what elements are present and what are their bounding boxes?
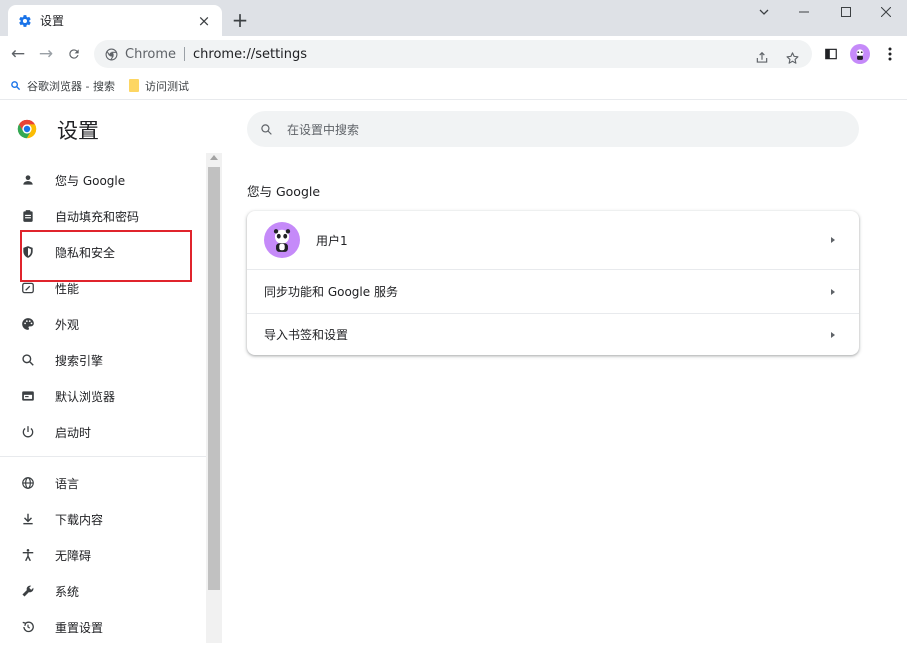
profile-avatar[interactable] xyxy=(850,44,870,64)
you-and-google-card: 用户1 同步功能和 Google 服务 导入书签和设置 xyxy=(247,211,859,355)
back-button[interactable]: ← xyxy=(6,42,30,66)
wrench-icon xyxy=(20,583,36,599)
import-bookmarks-row[interactable]: 导入书签和设置 xyxy=(247,314,859,355)
tab-title: 设置 xyxy=(40,14,65,28)
download-icon xyxy=(20,511,36,527)
accessibility-icon xyxy=(20,547,36,563)
globe-icon xyxy=(20,475,36,491)
scroll-thumb[interactable] xyxy=(208,167,220,590)
sidebar-item-label: 自动填充和密码 xyxy=(55,209,140,224)
chrome-icon xyxy=(105,48,118,61)
sidebar-item-accessibility[interactable]: 无障碍 xyxy=(0,537,206,573)
settings-search-input[interactable]: 在设置中搜索 xyxy=(247,111,859,147)
more-menu-icon[interactable] xyxy=(880,44,900,64)
sidebar-item-label: 您与 Google xyxy=(55,173,126,188)
sidebar-item-label: 搜索引擎 xyxy=(55,353,104,368)
sidebar-item-label: 重置设置 xyxy=(55,620,104,635)
sidebar-item-search-engine[interactable]: 搜索引擎 xyxy=(0,342,206,378)
window-close-button[interactable] xyxy=(866,0,906,24)
bookmark-item[interactable]: 访问测试 xyxy=(128,78,189,94)
sidebar-item-label: 外观 xyxy=(55,317,80,332)
side-panel-icon[interactable] xyxy=(821,44,841,64)
profile-name: 用户1 xyxy=(316,233,348,248)
browser-toolbar: ← → Chrome chrome://settings xyxy=(0,36,907,72)
scroll-up-arrow[interactable] xyxy=(210,155,218,160)
bookmark-item[interactable]: 谷歌浏览器 - 搜索 xyxy=(10,78,115,94)
person-icon xyxy=(20,172,36,188)
tab-strip: 设置 × + xyxy=(0,0,907,36)
sidebar-item-default-browser[interactable]: 默认浏览器 xyxy=(0,378,206,414)
sidebar-item-label: 无障碍 xyxy=(55,548,92,563)
chevron-right-icon xyxy=(831,331,835,338)
sidebar-item-label: 启动时 xyxy=(55,425,92,440)
sidebar-item-you-and-google[interactable]: 您与 Google xyxy=(0,162,206,198)
url-prefix: Chrome xyxy=(125,46,176,62)
section-title: 您与 Google xyxy=(247,184,321,199)
clipboard-icon xyxy=(20,208,36,224)
sidebar-item-languages[interactable]: 语言 xyxy=(0,465,206,501)
palette-icon xyxy=(20,316,36,332)
search-icon xyxy=(260,123,273,136)
tab-settings[interactable]: 设置 × xyxy=(8,5,222,36)
share-icon[interactable] xyxy=(752,48,772,68)
settings-page: 设置 在设置中搜索 您与 Google 自动填充和密码 隐私和安全 性能 外观 … xyxy=(0,101,907,643)
sidebar-item-downloads[interactable]: 下载内容 xyxy=(0,501,206,537)
chrome-logo xyxy=(16,118,38,140)
sync-services-label: 同步功能和 Google 服务 xyxy=(264,285,398,299)
search-placeholder: 在设置中搜索 xyxy=(287,122,360,137)
new-tab-button[interactable]: + xyxy=(230,10,250,30)
browser-icon xyxy=(20,388,36,404)
folder-icon xyxy=(128,79,139,92)
search-icon xyxy=(10,80,21,91)
close-icon[interactable]: × xyxy=(196,12,212,30)
chevron-down-icon[interactable] xyxy=(744,0,784,24)
sidebar-item-reset[interactable]: 重置设置 xyxy=(0,609,206,645)
sidebar-item-system[interactable]: 系统 xyxy=(0,573,206,609)
import-bookmarks-label: 导入书签和设置 xyxy=(264,328,349,342)
bookmarks-bar: 谷歌浏览器 - 搜索 访问测试 xyxy=(0,72,907,100)
url-separator xyxy=(184,47,185,61)
sidebar-item-label: 语言 xyxy=(55,476,80,491)
chevron-right-icon xyxy=(831,288,835,295)
gear-icon xyxy=(18,14,32,28)
sidebar-item-appearance[interactable]: 外观 xyxy=(0,306,206,342)
sidebar-item-label: 性能 xyxy=(55,281,80,296)
profile-avatar xyxy=(264,222,300,258)
maximize-button[interactable] xyxy=(826,0,866,24)
sidebar-item-label: 下载内容 xyxy=(55,512,104,527)
forward-button[interactable]: → xyxy=(34,42,58,66)
page-title: 设置 xyxy=(57,119,99,143)
minimize-button[interactable] xyxy=(784,0,824,24)
sync-services-row[interactable]: 同步功能和 Google 服务 xyxy=(247,270,859,313)
sidebar-item-autofill[interactable]: 自动填充和密码 xyxy=(0,198,206,234)
sidebar-item-label: 系统 xyxy=(55,584,80,599)
address-bar[interactable]: Chrome chrome://settings xyxy=(94,40,812,68)
bookmark-label: 谷歌浏览器 - 搜索 xyxy=(27,79,115,93)
profile-row[interactable]: 用户1 xyxy=(247,211,859,269)
power-icon xyxy=(20,424,36,440)
history-icon xyxy=(20,619,36,635)
annotation-highlight-box xyxy=(20,230,192,282)
sidebar-scrollbar[interactable] xyxy=(206,153,222,643)
reload-button[interactable] xyxy=(62,42,86,66)
star-icon[interactable] xyxy=(782,48,802,68)
bookmark-label: 访问测试 xyxy=(144,79,189,93)
speedometer-icon xyxy=(20,280,36,296)
chevron-right-icon xyxy=(831,237,835,243)
search-icon xyxy=(20,352,36,368)
sidebar-divider xyxy=(0,456,206,457)
url-text[interactable]: chrome://settings xyxy=(193,47,307,62)
sidebar-item-label: 默认浏览器 xyxy=(55,389,116,404)
sidebar-item-on-startup[interactable]: 启动时 xyxy=(0,414,206,450)
